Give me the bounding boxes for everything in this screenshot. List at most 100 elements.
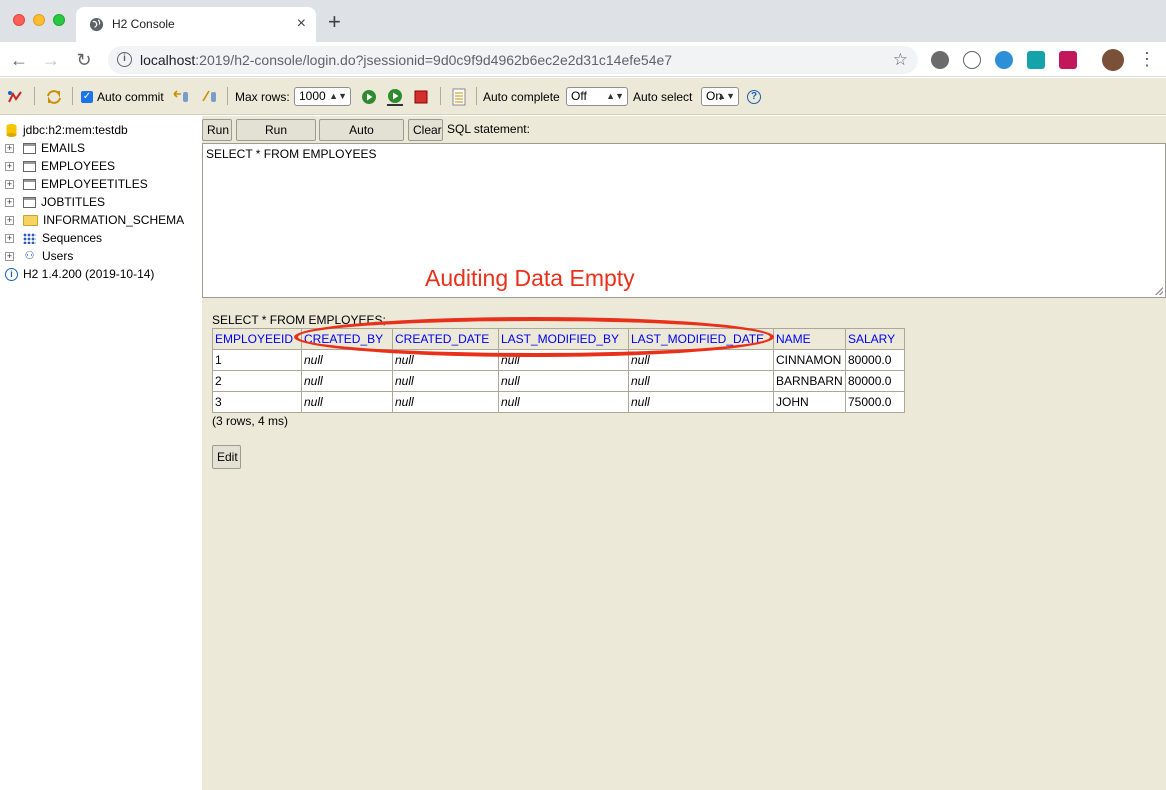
reload-button[interactable]: ↻ [73,49,95,71]
tree-version: i H2 1.4.200 (2019-10-14) [5,265,154,283]
help-icon[interactable]: ? [747,78,761,115]
table-label: EMAILS [41,141,86,155]
auto-complete-select[interactable]: Off ▲▼ [566,78,628,115]
new-tab-button[interactable]: + [328,10,341,34]
bookmark-star-icon[interactable]: ☆ [893,50,908,70]
sql-editor[interactable]: SELECT * FROM EMPLOYEES [202,143,1166,298]
profile-avatar[interactable] [1102,49,1124,71]
connection-label: jdbc:h2:mem:testdb [23,123,128,137]
column-header[interactable]: CREATED_BY [301,328,393,350]
table-icon [23,160,36,172]
query-pane: Run Run Selected Auto complete Clear SQL… [202,116,1166,790]
table-cell: null [392,391,499,413]
run-selected-icon[interactable] [386,78,404,115]
stop-icon[interactable] [414,78,428,115]
extension-diamond-icon[interactable] [1027,51,1045,69]
auto-complete-button[interactable]: Auto complete [319,119,404,157]
table-cell: 1 [212,349,302,371]
auto-commit-checkbox[interactable]: ✓ Auto commit [81,78,164,115]
url-text[interactable]: localhost:2019/h2-console/login.do?jsess… [140,52,672,68]
table-cell: null [498,349,629,371]
column-header[interactable]: CREATED_DATE [392,328,499,350]
back-button[interactable]: ← [8,49,30,71]
table-cell: null [301,349,393,371]
column-header[interactable]: LAST_MODIFIED_DATE [628,328,774,350]
expand-icon[interactable]: + [5,233,14,243]
commit-icon[interactable] [201,78,219,115]
expand-icon[interactable]: + [5,143,14,153]
tree-connection[interactable]: jdbc:h2:mem:testdb [6,121,128,139]
resize-handle-icon[interactable] [1155,287,1163,295]
row-count: (3 rows, 4 ms) [212,414,289,428]
auto-select-label: Auto select [633,89,693,104]
table-row: 1 null null null null CINNAMON 80000.0 [212,349,905,371]
table-row: 2 null null null null BARNBARN 80000.0 [212,370,905,392]
tree-item-users[interactable]: + ⚇ Users [0,247,73,265]
expand-icon[interactable]: + [5,251,14,261]
tree-item-information-schema[interactable]: + INFORMATION_SCHEMA [0,211,184,229]
history-icon[interactable] [451,78,467,115]
auto-select-select[interactable]: On ▲▼ [701,78,739,115]
expand-icon[interactable]: + [5,215,14,225]
checkbox-checked-icon: ✓ [81,90,93,103]
close-window-button[interactable] [13,14,25,26]
toolbar-separator [440,87,441,105]
disconnect-icon[interactable] [7,78,23,115]
clear-button[interactable]: Clear [408,119,443,141]
table-cell: null [392,349,499,371]
help-glyph: ? [747,89,761,104]
table-cell: 80000.0 [845,370,905,392]
sequences-icon [23,232,36,244]
run-selected-button[interactable]: Run Selected [236,119,316,157]
info-icon[interactable]: i [117,52,132,67]
max-rows-select[interactable]: 1000 ▲▼ [294,78,351,115]
column-header[interactable]: NAME [773,328,846,350]
table-cell: null [301,391,393,413]
table-cell: null [498,370,629,392]
column-header[interactable]: LAST_MODIFIED_BY [498,328,629,350]
column-header[interactable]: SALARY [845,328,905,350]
table-label: EMPLOYEETITLES [41,177,148,191]
expand-icon[interactable]: + [5,179,14,189]
column-header[interactable]: EMPLOYEEID [212,328,302,350]
database-icon [6,124,17,137]
tree-item-jobtitles[interactable]: + JOBTITLES [0,193,105,211]
users-icon: ⚇ [24,250,35,262]
toolbar-separator [72,87,73,105]
rollback-icon[interactable] [172,78,190,115]
table-cell: 3 [212,391,302,413]
select-arrows-icon: ▲▼ [717,91,735,101]
table-icon [23,196,36,208]
globe-icon [89,17,104,32]
sequences-label: Sequences [42,231,103,245]
extension-checkered-icon[interactable] [1059,51,1077,69]
extension-code-icon[interactable] [963,51,981,69]
auto-complete-value: Off [571,89,587,103]
extension-tomato-icon[interactable] [931,51,949,69]
run-button[interactable]: Run [202,119,232,141]
tab-h2-console[interactable]: H2 Console × [76,7,316,42]
table-cell: null [628,370,774,392]
tree-item-employeetitles[interactable]: + EMPLOYEETITLES [0,175,148,193]
table-cell: JOHN [773,391,846,413]
run-icon[interactable] [361,78,377,115]
table-cell: null [628,391,774,413]
table-icon [23,178,36,190]
minimize-window-button[interactable] [33,14,45,26]
h2-toolbar: ✓ Auto commit Max rows: 1000 ▲▼ Auto comp… [0,78,1166,115]
browser-menu-icon[interactable]: ⋮ [1138,48,1156,70]
table-label: JOBTITLES [41,195,106,209]
tree-item-emails[interactable]: + EMAILS [0,139,85,157]
forward-button[interactable]: → [40,49,62,71]
extension-globe-icon[interactable] [995,51,1013,69]
tree-item-employees[interactable]: + EMPLOYEES [0,157,115,175]
close-tab-icon[interactable]: × [297,14,306,34]
address-bar[interactable]: i localhost:2019/h2-console/login.do?jse… [108,46,918,74]
sql-statement-label: SQL statement: [447,122,530,136]
maximize-window-button[interactable] [53,14,65,26]
expand-icon[interactable]: + [5,161,14,171]
tree-item-sequences[interactable]: + Sequences [0,229,102,247]
expand-icon[interactable]: + [5,197,14,207]
edit-button[interactable]: Edit [212,445,241,469]
refresh-icon[interactable] [45,78,63,115]
